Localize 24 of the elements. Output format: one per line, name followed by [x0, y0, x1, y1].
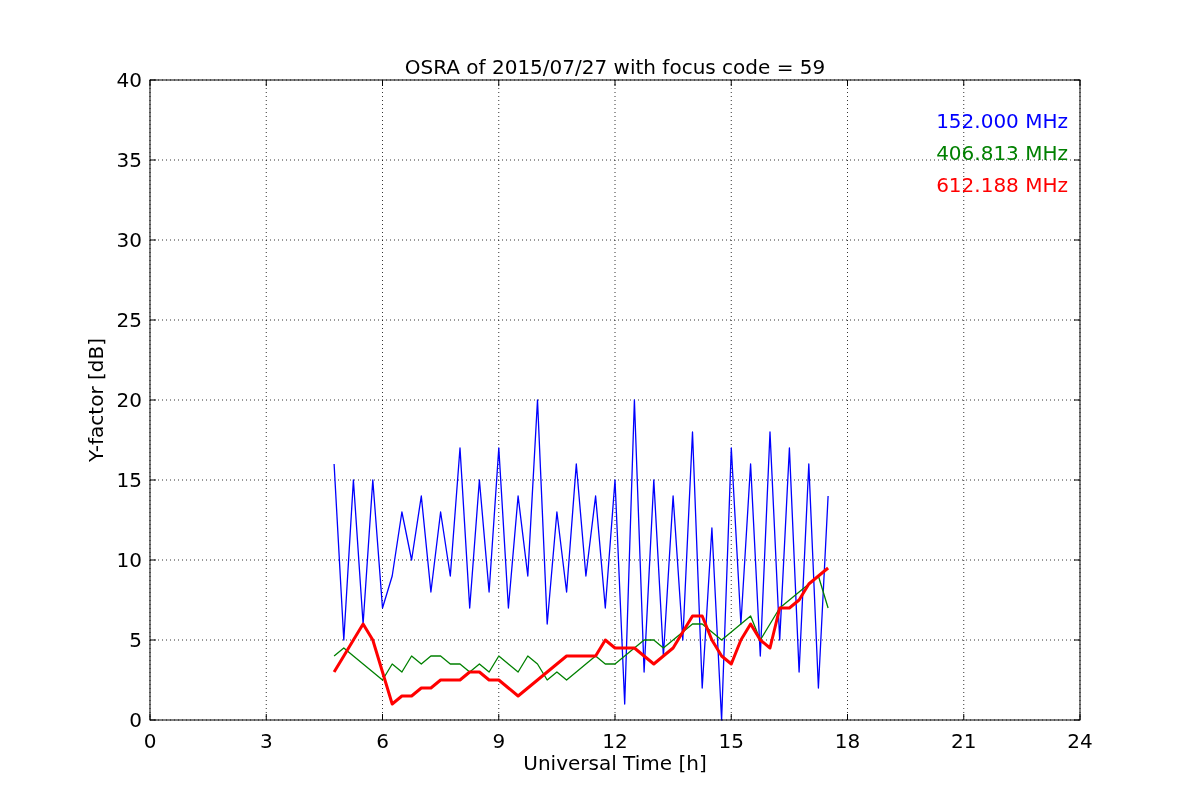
tick-label: 15 [116, 468, 142, 492]
tick-label: 5 [129, 628, 142, 652]
tick-label: 40 [116, 68, 142, 92]
tick-label: 35 [116, 148, 142, 172]
tick-label: 21 [951, 729, 977, 753]
tick-label: 18 [834, 729, 861, 753]
tick-label: 0 [129, 708, 142, 732]
chart-title: OSRA of 2015/07/27 with focus code = 59 [404, 55, 826, 79]
legend-label: 152.000 MHz [936, 109, 1068, 133]
legend-label: 612.188 MHz [936, 173, 1068, 197]
tick-label: 25 [116, 308, 142, 332]
tick-label: 20 [116, 388, 142, 412]
tick-label: 3 [259, 729, 273, 753]
tick-label: 24 [1067, 729, 1093, 753]
tick-label: 12 [602, 729, 628, 753]
tick-label: 30 [116, 228, 142, 252]
axis-title: Universal Time [h] [523, 751, 707, 775]
tick-label: 0 [143, 729, 157, 753]
axis-title: Y-factor [dB] [84, 338, 108, 462]
tick-label: 6 [376, 729, 389, 753]
tick-label: 9 [492, 729, 506, 753]
tick-label: 15 [718, 729, 744, 753]
legend-label: 406.813 MHz [936, 141, 1068, 165]
tick-label: 10 [116, 548, 142, 572]
